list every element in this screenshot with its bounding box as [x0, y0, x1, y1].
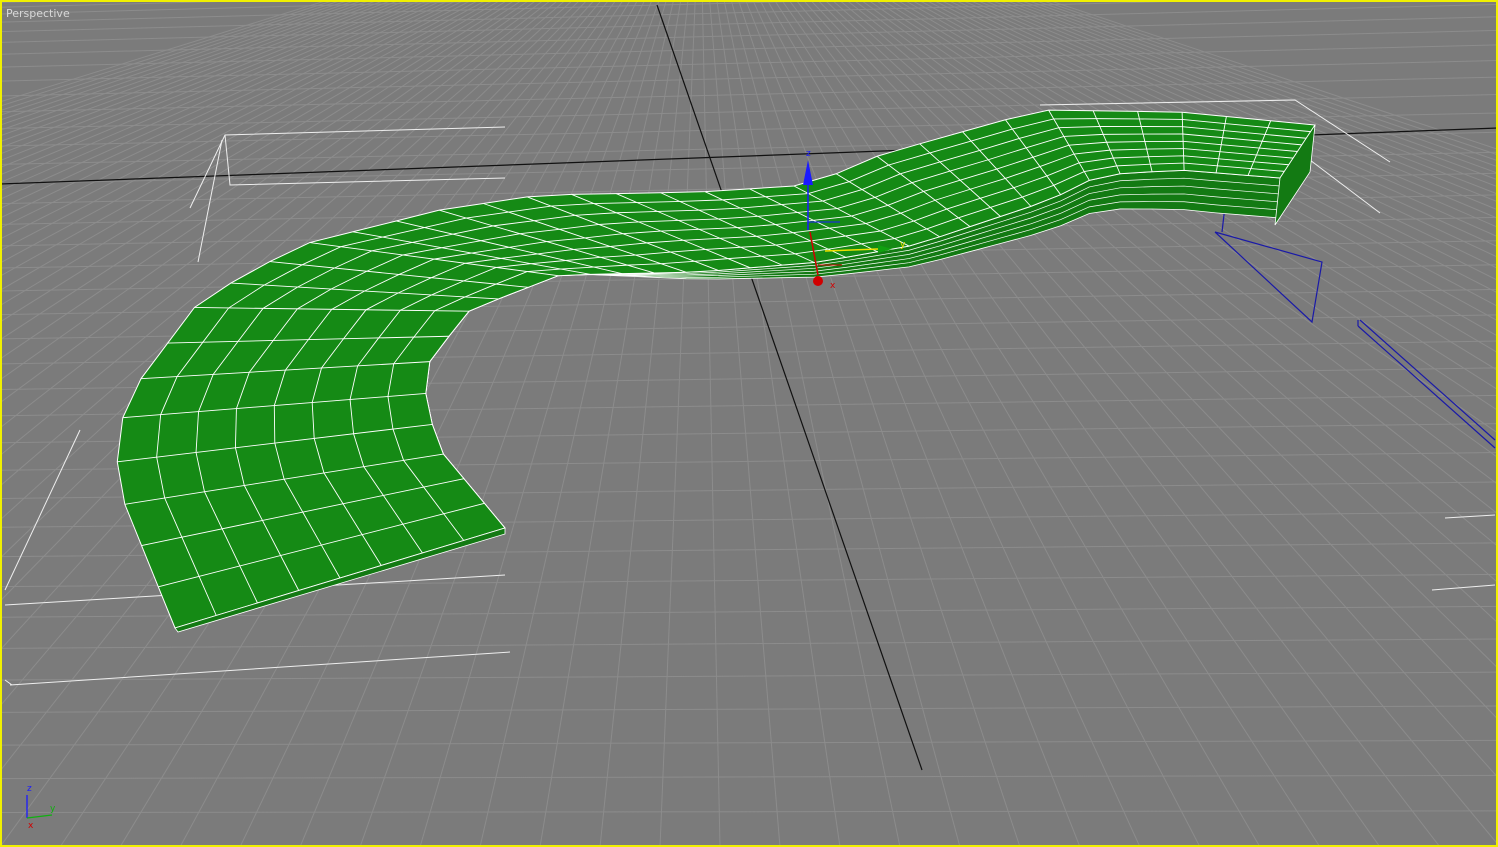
world-axis-y: [656, 4, 923, 771]
view-x-label: x: [28, 821, 34, 831]
view-axis-tripod: z y x: [26, 784, 56, 831]
gizmo-y-label: y: [900, 240, 906, 250]
gizmo-z-label: z: [806, 149, 811, 159]
perspective-viewport[interactable]: z y x z y x Perspective: [0, 0, 1498, 847]
view-y-label: y: [50, 804, 56, 814]
view-z-label: z: [27, 784, 32, 794]
viewport-label[interactable]: Perspective: [6, 7, 70, 20]
gizmo-x-label: x: [830, 281, 836, 291]
viewport-scene[interactable]: z y x z y x: [0, 0, 1498, 847]
